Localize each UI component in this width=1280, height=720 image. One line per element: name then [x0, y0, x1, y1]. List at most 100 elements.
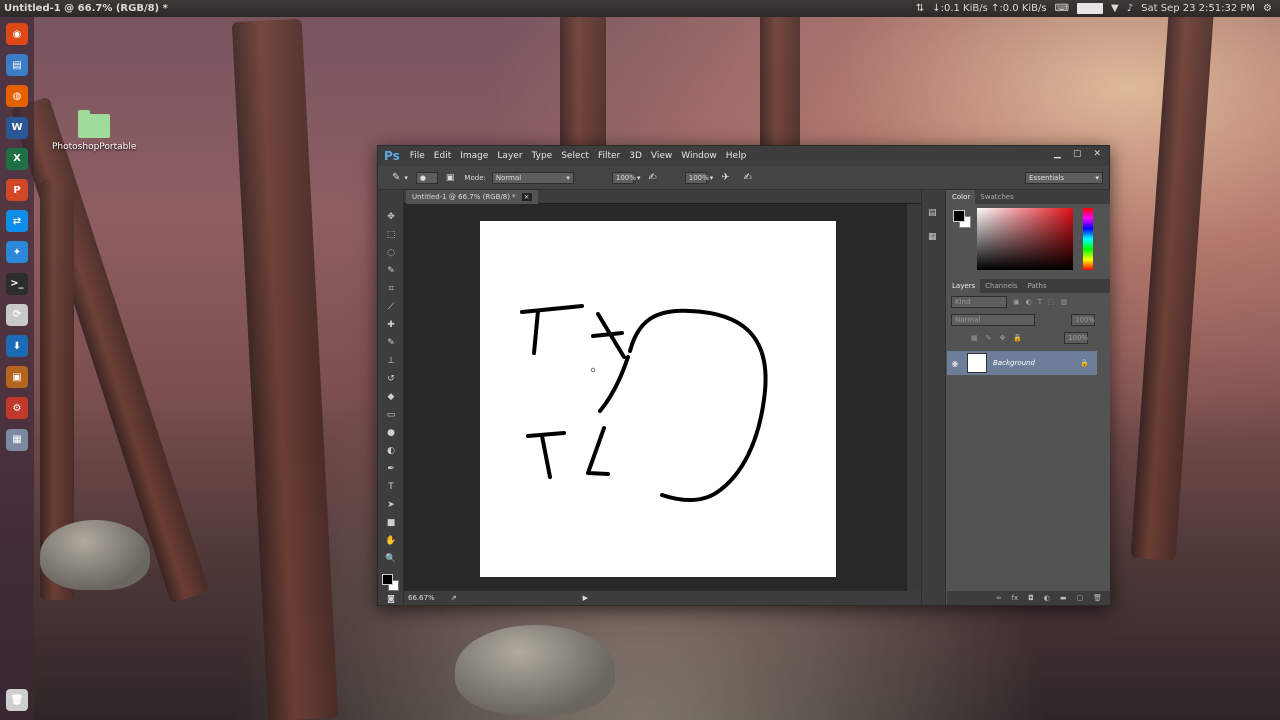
brush-preset-picker[interactable]: ● — [415, 171, 438, 184]
volume-icon[interactable]: ♪ — [1127, 3, 1133, 14]
lock-position-icon[interactable]: ✥ — [1000, 334, 1006, 342]
tab-layers[interactable]: Layers — [947, 279, 981, 293]
terminal-icon[interactable]: >_ — [6, 272, 28, 295]
compass-icon[interactable]: ✦ — [6, 241, 28, 264]
layer-opacity-field[interactable]: 100% — [1071, 314, 1095, 326]
menu-image[interactable]: Image — [460, 151, 488, 161]
pen-tool-icon[interactable]: ✒ — [384, 462, 398, 476]
visibility-eye-icon[interactable]: ◉ — [947, 359, 963, 368]
link-layers-icon[interactable]: ∞ — [996, 594, 1002, 602]
minimize-icon[interactable]: ▁ — [1054, 149, 1061, 159]
pressure-opacity-icon[interactable]: ✍ — [648, 172, 656, 183]
menu-view[interactable]: View — [651, 151, 672, 161]
quick-mask-icon[interactable]: ◙ — [384, 592, 398, 606]
zoom-tool-icon[interactable]: 🔍 — [384, 552, 398, 566]
network-speed[interactable]: ↓:0.1 KiB/s ↑:0.0 KiB/s — [932, 3, 1046, 14]
adjustment-layer-icon[interactable]: ◐ — [1044, 594, 1050, 602]
chevron-down-icon[interactable]: ▾ — [637, 174, 641, 182]
type-tool-icon[interactable]: T — [384, 480, 398, 494]
software-icon[interactable]: ⟳ — [6, 303, 28, 326]
tab-channels[interactable]: Channels — [980, 279, 1022, 293]
hue-slider[interactable] — [1083, 208, 1093, 270]
wifi-icon[interactable]: ▼ — [1111, 3, 1119, 14]
mode-select[interactable]: Normal ▾ — [491, 171, 574, 184]
excel-icon[interactable]: X — [6, 147, 28, 170]
quick-select-tool-icon[interactable]: ✎ — [384, 264, 398, 278]
power-gear-icon[interactable]: ⚙ — [1263, 3, 1272, 14]
workspace-select[interactable]: Essentials ▾ — [1025, 171, 1103, 184]
history-panel-icon[interactable]: ▤ — [928, 208, 937, 218]
kind-filter-select[interactable]: Kind — [951, 296, 1007, 308]
menu-filter[interactable]: Filter — [598, 151, 620, 161]
ubuntu-dash-icon[interactable]: ◉ — [6, 23, 28, 45]
hand-tool-icon[interactable]: ✋ — [384, 534, 398, 548]
menu-layer[interactable]: Layer — [497, 151, 522, 161]
layer-row-background[interactable]: ◉ Background 🔒 — [947, 351, 1097, 375]
filter-type-icon[interactable]: T — [1038, 298, 1042, 306]
menu-type[interactable]: Type — [532, 151, 553, 161]
blur-tool-icon[interactable]: ● — [384, 426, 398, 440]
files-icon[interactable]: ▤ — [6, 54, 28, 77]
brush-tool-icon[interactable]: ✎ — [384, 336, 398, 350]
teamviewer-icon[interactable]: ⇄ — [6, 210, 28, 233]
chevron-down-icon[interactable]: ▾ — [710, 174, 714, 182]
menu-3d[interactable]: 3D — [629, 151, 642, 161]
flow-field[interactable]: 100% — [684, 171, 709, 184]
new-layer-icon[interactable]: ▢ — [1076, 594, 1083, 602]
menu-edit[interactable]: Edit — [434, 151, 451, 161]
crop-tool-icon[interactable]: ⌗ — [384, 282, 398, 296]
workspace-icon[interactable]: ▦ — [6, 428, 28, 451]
powerpoint-icon[interactable]: P — [6, 179, 28, 201]
lock-all-icon[interactable]: 🔒 — [1013, 334, 1022, 342]
new-group-icon[interactable]: ▬ — [1060, 594, 1067, 602]
opacity-field[interactable]: 100% — [611, 171, 636, 184]
menu-help[interactable]: Help — [726, 151, 747, 161]
eyedropper-tool-icon[interactable]: ⟋ — [384, 300, 398, 314]
brush-tool-icon[interactable]: ✎ — [392, 172, 400, 183]
chevron-down-icon[interactable]: ▾ — [404, 174, 408, 182]
move-tool-icon[interactable]: ✥ — [384, 210, 398, 224]
delete-layer-icon[interactable]: 🗑 — [1093, 594, 1102, 602]
network-updown-icon[interactable]: ⇅ — [916, 3, 924, 14]
close-icon[interactable]: ✕ — [1093, 149, 1101, 159]
zoom-level[interactable]: 66.67% — [408, 594, 435, 602]
installer-icon[interactable]: ⬇ — [6, 335, 28, 357]
gradient-tool-icon[interactable]: ▭ — [384, 408, 398, 422]
status-menu-arrow-icon[interactable]: ▶ — [583, 594, 588, 602]
export-icon[interactable]: ⇗ — [451, 594, 457, 602]
clone-stamp-tool-icon[interactable]: ⊥ — [384, 354, 398, 368]
history-brush-tool-icon[interactable]: ↺ — [384, 372, 398, 386]
word-icon[interactable]: W — [6, 116, 28, 139]
airbrush-icon[interactable]: ✈ — [721, 172, 729, 183]
pressure-size-icon[interactable]: ✍ — [744, 172, 752, 183]
trash-icon[interactable]: 🗑 — [6, 689, 28, 711]
color-foreground-swatch[interactable] — [953, 210, 965, 222]
battery-icon[interactable] — [1077, 3, 1104, 14]
canvas[interactable] — [480, 221, 836, 577]
clock[interactable]: Sat Sep 23 2:51:32 PM — [1141, 3, 1255, 14]
properties-panel-icon[interactable]: ▦ — [928, 232, 937, 242]
filter-adjust-icon[interactable]: ◐ — [1026, 298, 1032, 306]
vertical-scrollbar[interactable] — [907, 204, 921, 591]
brush-panel-icon[interactable]: ▣ — [446, 173, 455, 183]
path-select-tool-icon[interactable]: ➤ — [384, 498, 398, 512]
eraser-tool-icon[interactable]: ◆ — [384, 390, 398, 404]
tab-paths[interactable]: Paths — [1023, 279, 1052, 293]
fill-field[interactable]: 100% — [1064, 332, 1088, 344]
lock-pixels-icon[interactable]: ✎ — [986, 334, 992, 342]
color-spectrum-field[interactable] — [977, 208, 1073, 270]
dodge-tool-icon[interactable]: ◐ — [384, 444, 398, 458]
layer-name[interactable]: Background — [993, 359, 1035, 367]
filter-smart-icon[interactable]: ▥ — [1061, 298, 1068, 306]
keyboard-icon[interactable]: ⌨ — [1055, 3, 1069, 14]
menu-file[interactable]: File — [410, 151, 425, 161]
marquee-tool-icon[interactable]: ⬚ — [384, 228, 398, 242]
settings-icon[interactable]: ⚙ — [6, 397, 28, 420]
lasso-tool-icon[interactable]: ◌ — [384, 246, 398, 260]
foreground-color-swatch[interactable] — [382, 574, 393, 585]
maximize-icon[interactable]: ▢ — [1073, 149, 1082, 159]
add-mask-icon[interactable]: ◘ — [1028, 594, 1034, 602]
firefox-icon[interactable]: ◍ — [6, 85, 28, 108]
rectangle-tool-icon[interactable]: ■ — [384, 516, 398, 530]
close-tab-icon[interactable]: × — [521, 193, 532, 201]
